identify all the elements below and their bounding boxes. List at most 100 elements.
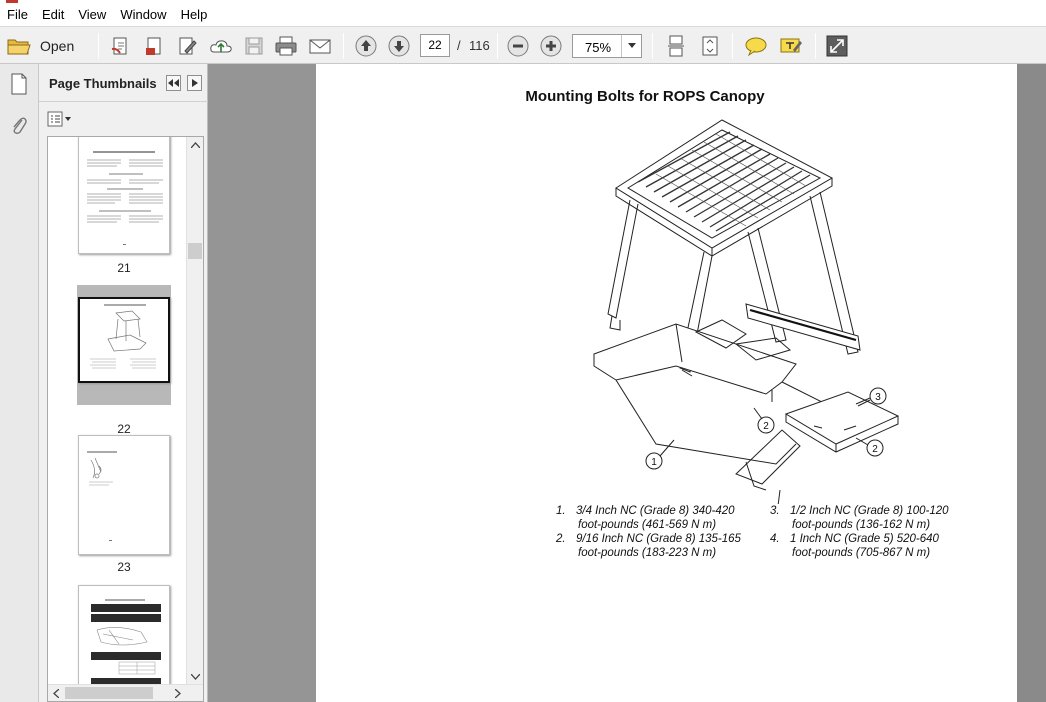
legend-number: 3. xyxy=(770,505,780,517)
options-menu-icon xyxy=(47,111,71,127)
scroll-down-arrow-icon[interactable] xyxy=(187,669,203,685)
menu-view[interactable]: View xyxy=(71,4,113,26)
upload-cloud-button[interactable] xyxy=(207,34,235,58)
scroll-left-arrow-icon[interactable] xyxy=(48,685,64,701)
printer-icon xyxy=(275,36,297,56)
expand-icon xyxy=(826,35,848,57)
legend-text: foot-pounds (136-162 N m) xyxy=(792,519,931,531)
double-chevron-left-icon xyxy=(168,79,179,87)
menu-bar: File Edit View Window Help xyxy=(0,4,1046,26)
scroll-right-arrow-icon[interactable] xyxy=(170,685,186,701)
thumbnail-page-image xyxy=(78,297,170,383)
edit-pdf-button[interactable] xyxy=(174,34,200,58)
callout-number: 1 xyxy=(651,457,657,468)
thumbnail-horizontal-scrollbar[interactable] xyxy=(48,684,203,701)
legend-text: 1 Inch NC (Grade 5) 520-640 xyxy=(790,533,939,545)
print-button[interactable] xyxy=(273,34,299,58)
menu-edit[interactable]: Edit xyxy=(35,4,71,26)
zoom-in-button[interactable] xyxy=(538,34,564,58)
legend-text: 3/4 Inch NC (Grade 8) 340-420 xyxy=(576,505,735,517)
arrow-up-circle-icon xyxy=(355,35,377,57)
vertical-scroll-thumb[interactable] xyxy=(188,243,202,259)
page-number-input[interactable]: 22 xyxy=(420,34,450,57)
open-button[interactable]: Open xyxy=(6,34,80,58)
scrolling-mode-button[interactable] xyxy=(663,34,689,58)
thumbnail-page-number: 23 xyxy=(117,560,131,574)
callout-number: 2 xyxy=(763,421,769,432)
folder-icon xyxy=(7,39,31,55)
page-preview-graphic xyxy=(87,451,117,541)
paperclip-icon xyxy=(13,117,27,135)
attachments-tab[interactable] xyxy=(6,112,32,140)
open-label: Open xyxy=(40,38,75,54)
fit-page-button[interactable] xyxy=(697,34,723,58)
thumbnail-page-image xyxy=(78,585,170,695)
viewport-right-edge xyxy=(1017,64,1046,702)
thumbnail-page-number: 21 xyxy=(117,261,131,275)
email-button[interactable] xyxy=(306,34,334,58)
legend-number: 1. xyxy=(556,505,566,517)
toolbar-separator xyxy=(98,33,99,59)
thumbnail-options-button[interactable] xyxy=(47,110,73,128)
zoom-value: 75% xyxy=(585,40,612,55)
scroll-pages-icon xyxy=(668,35,684,57)
horizontal-scroll-thumb[interactable] xyxy=(65,687,153,699)
create-pdf-button[interactable] xyxy=(108,34,134,58)
toolbar: Open 22 / 116 75% xyxy=(0,26,1046,64)
thumbnail-page-image xyxy=(78,137,170,254)
plus-circle-icon xyxy=(540,35,562,57)
sticky-note-button[interactable] xyxy=(742,34,770,58)
expand-view-button[interactable] xyxy=(824,34,850,58)
panel-title: Page Thumbnails xyxy=(49,76,157,91)
zoom-out-button[interactable] xyxy=(505,34,531,58)
highlight-text-button[interactable] xyxy=(777,34,805,58)
menu-window[interactable]: Window xyxy=(113,4,173,26)
rops-canopy-diagram: 1 2 3 2 4 xyxy=(593,119,900,504)
edit-document-icon xyxy=(179,37,197,55)
thumbnail-vertical-scrollbar[interactable] xyxy=(186,137,203,685)
chevron-down-icon[interactable] xyxy=(621,35,641,57)
menu-file[interactable]: File xyxy=(0,4,35,26)
app-icon xyxy=(6,0,18,3)
page-preview-graphic xyxy=(90,304,156,369)
zoom-select[interactable]: 75% xyxy=(572,34,642,58)
scroll-up-arrow-icon[interactable] xyxy=(187,137,203,153)
toolbar-separator xyxy=(497,33,498,59)
save-button[interactable] xyxy=(242,34,266,58)
legend-number: 4. xyxy=(770,533,780,545)
document-page: Mounting Bolts for ROPS Canopy 1 2 3 2 1… xyxy=(316,64,1017,702)
minus-circle-icon xyxy=(507,35,529,57)
toolbar-separator xyxy=(815,33,816,59)
page-preview-graphic xyxy=(91,599,161,694)
envelope-icon xyxy=(309,39,331,54)
total-pages: 116 xyxy=(469,38,490,53)
page-separator: / xyxy=(457,38,461,53)
document-viewport[interactable]: Mounting Bolts for ROPS Canopy 1 2 3 2 1… xyxy=(208,64,1046,702)
combine-files-button[interactable] xyxy=(141,34,167,58)
save-icon xyxy=(245,37,263,55)
panel-next-button[interactable] xyxy=(187,75,202,91)
thumbnail-page-number: 22 xyxy=(117,422,131,436)
previous-page-button[interactable] xyxy=(353,34,379,58)
comment-icon xyxy=(745,37,767,57)
collapse-panel-button[interactable] xyxy=(166,75,181,91)
legend-number: 2. xyxy=(556,533,566,545)
page-thumbnails-icon xyxy=(11,73,27,95)
legend-text: foot-pounds (461-569 N m) xyxy=(578,519,717,531)
highlighter-icon xyxy=(780,38,802,53)
cloud-upload-icon xyxy=(210,40,232,53)
panel-header: Page Thumbnails xyxy=(39,64,208,102)
callout-number: 2 xyxy=(872,444,878,455)
toolbar-separator xyxy=(343,33,344,59)
toolbar-separator xyxy=(732,33,733,59)
arrow-down-circle-icon xyxy=(388,35,410,57)
menu-help[interactable]: Help xyxy=(174,4,215,26)
thumbnail-page-image xyxy=(78,435,170,555)
legend-text: 1/2 Inch NC (Grade 8) 100-120 xyxy=(790,505,949,517)
legend-text: 9/16 Inch NC (Grade 8) 135-165 xyxy=(576,533,741,545)
create-pdf-icon xyxy=(111,37,127,55)
next-page-button[interactable] xyxy=(386,34,412,58)
page-thumbnails-tab[interactable] xyxy=(6,70,32,98)
thumbnail-list[interactable]: 21 22 23 xyxy=(47,136,204,702)
page-heading: Mounting Bolts for ROPS Canopy xyxy=(525,88,765,105)
